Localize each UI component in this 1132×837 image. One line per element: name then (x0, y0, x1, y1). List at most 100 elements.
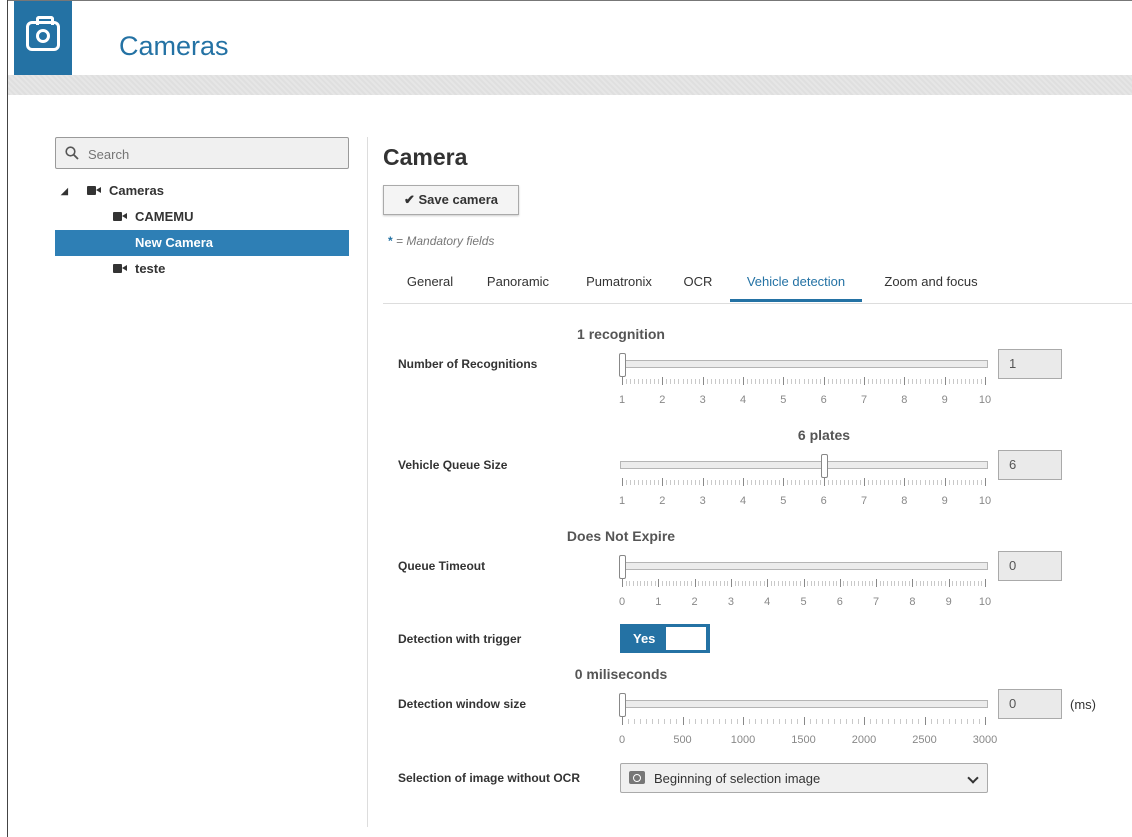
tick-minor (747, 480, 749, 485)
tick-minor (976, 379, 978, 384)
queue-timeout-tick-labels: 0 1 2 3 4 5 6 7 8 9 10 (618, 596, 991, 610)
queue-size-slider-track[interactable] (620, 461, 988, 469)
tree-root-cameras[interactable]: ◢ Cameras (55, 178, 349, 204)
queue-timeout-value-input[interactable]: 0 (998, 551, 1062, 581)
tick-minor (815, 480, 817, 485)
tick-label: 7 (860, 394, 868, 406)
tick-minor (741, 581, 743, 586)
tick-minor (879, 581, 881, 586)
search-input[interactable] (86, 142, 340, 166)
tick-minor (855, 379, 857, 384)
tick-minor (686, 379, 688, 384)
tick-label: 7 (860, 495, 868, 507)
tick-minor (791, 480, 793, 485)
tick-minor (710, 480, 712, 485)
queue-size-value-input[interactable]: 6 (998, 450, 1062, 480)
tick-minor (781, 581, 783, 586)
tick-minor (650, 379, 652, 384)
save-camera-label: Save camera (418, 192, 499, 207)
tick-minor (779, 480, 781, 485)
tick-minor (888, 480, 890, 485)
tick-minor (936, 480, 938, 485)
tick-minor (981, 581, 983, 586)
tick-minor (643, 581, 645, 586)
tick-minor (749, 719, 751, 724)
tick-label: 4 (739, 495, 747, 507)
tick-label: 5 (780, 495, 787, 507)
tick-minor (787, 379, 789, 384)
tick-minor (710, 379, 712, 384)
queue-timeout-slider-handle[interactable] (619, 555, 626, 579)
tick-major (702, 377, 704, 385)
tick-minor (876, 379, 878, 384)
collapse-triangle-icon[interactable]: ◢ (61, 178, 68, 204)
tick-minor (759, 480, 761, 485)
tick-minor (861, 581, 863, 586)
tick-minor (859, 379, 861, 384)
tick-minor (876, 480, 878, 485)
tick-minor (831, 480, 833, 485)
tick-minor (847, 379, 849, 384)
search-box[interactable] (55, 137, 349, 169)
tick-minor (676, 581, 678, 586)
tick-minor (797, 719, 799, 724)
tick-minor (625, 581, 627, 586)
tick-minor (930, 581, 932, 586)
recognitions-value-input[interactable]: 1 (998, 349, 1062, 379)
tick-minor (972, 480, 974, 485)
tree-item-camemu[interactable]: CAMEMU (55, 204, 349, 230)
tree-item-label: teste (135, 261, 166, 276)
recognitions-slider-handle[interactable] (619, 353, 626, 377)
tick-label: 6 (836, 596, 843, 608)
tick-minor (698, 379, 700, 384)
tick-minor (638, 480, 640, 485)
tick-label: 0 (618, 596, 626, 608)
tree-item-teste[interactable]: teste (55, 256, 349, 282)
save-camera-button[interactable]: ✔ Save camera (383, 185, 519, 215)
chevron-down-icon (967, 772, 979, 784)
window-size-value-input[interactable]: 0 (998, 689, 1062, 719)
header-divider (8, 75, 1132, 95)
tick-minor (883, 581, 885, 586)
tick-minor (811, 379, 813, 384)
tick-minor (636, 581, 638, 586)
tab-vehicle-detection[interactable]: Vehicle detection (730, 266, 862, 302)
image-selection-dropdown[interactable]: Beginning of selection image (620, 763, 988, 793)
tick-major (904, 377, 906, 385)
tab-general[interactable]: General (391, 266, 469, 302)
tick-minor (714, 480, 716, 485)
tick-major (823, 478, 825, 486)
tick-minor (665, 581, 667, 586)
tab-ocr[interactable]: OCR (673, 266, 723, 302)
tick-minor (796, 581, 798, 586)
tick-label: 10 (978, 394, 992, 406)
tick-minor (716, 581, 718, 586)
tick-minor (920, 379, 922, 384)
tab-panoramic[interactable]: Panoramic (473, 266, 563, 302)
tick-minor (807, 581, 809, 586)
tick-minor (872, 379, 874, 384)
trigger-toggle[interactable]: Yes (620, 624, 710, 653)
queue-timeout-slider-track[interactable] (620, 562, 988, 570)
tick-label: 500 (673, 734, 692, 746)
tab-zoom-and-focus[interactable]: Zoom and focus (870, 266, 992, 302)
tree-item-label: CAMEMU (135, 209, 194, 224)
tick-minor (670, 719, 672, 724)
queue-size-slider-handle[interactable] (820, 454, 828, 478)
tab-pumatronix[interactable]: Pumatronix (571, 266, 667, 302)
tick-minor (948, 480, 950, 485)
tick-minor (738, 581, 740, 586)
recognitions-slider-track[interactable] (620, 360, 988, 368)
tree-item-new-camera[interactable]: New Camera (55, 230, 349, 256)
window-size-slider-track[interactable] (620, 700, 988, 708)
tick-major (948, 579, 950, 587)
tick-major (730, 579, 732, 587)
tick-minor (756, 581, 758, 586)
window-size-slider-handle[interactable] (619, 693, 626, 717)
tick-minor (751, 480, 753, 485)
tick-minor (701, 581, 703, 586)
tick-label: 8 (909, 596, 916, 608)
tick-minor (807, 379, 809, 384)
tick-minor (872, 581, 874, 586)
tick-major (944, 377, 946, 385)
